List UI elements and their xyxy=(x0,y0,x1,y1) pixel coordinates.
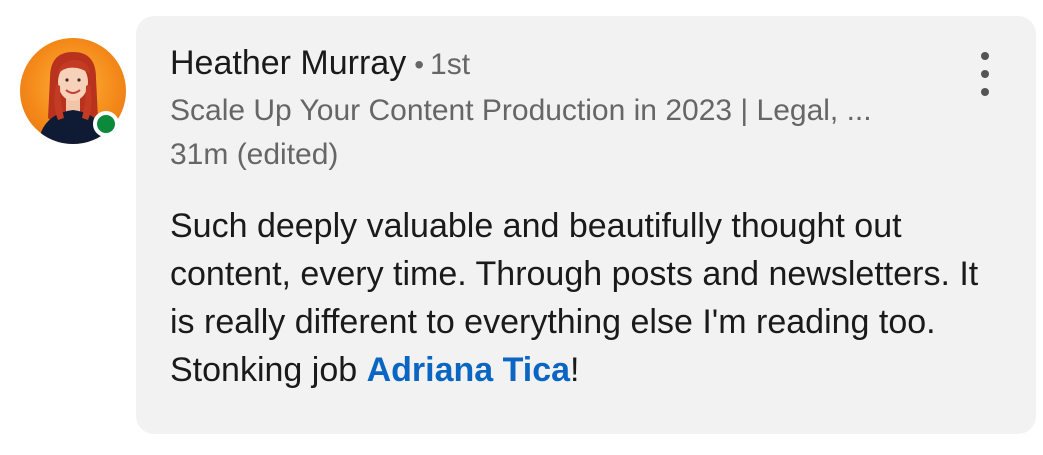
separator-dot: • xyxy=(414,49,425,80)
online-status-icon xyxy=(93,111,119,137)
comment-bubble: Heather Murray • 1st Scale Up Your Conte… xyxy=(136,16,1036,434)
comment-text: Such deeply valuable and beautifully tho… xyxy=(170,202,1010,394)
more-vertical-icon[interactable] xyxy=(970,52,1000,96)
author-row: Heather Murray • 1st xyxy=(170,44,470,83)
avatar-container[interactable] xyxy=(20,38,126,144)
connection-degree: 1st xyxy=(430,48,471,81)
more-dot-bottom xyxy=(981,88,989,96)
author-name[interactable]: Heather Murray xyxy=(170,44,406,83)
comment-text-end: ! xyxy=(570,351,580,389)
more-dot-top xyxy=(981,52,989,60)
comment: Heather Murray • 1st Scale Up Your Conte… xyxy=(0,0,1043,455)
mention-link[interactable]: Adriana Tica xyxy=(367,351,570,389)
author-headline: Scale Up Your Content Production in 2023… xyxy=(170,94,872,127)
more-dot-middle xyxy=(981,70,989,78)
comment-timestamp: 31m (edited) xyxy=(170,138,339,171)
